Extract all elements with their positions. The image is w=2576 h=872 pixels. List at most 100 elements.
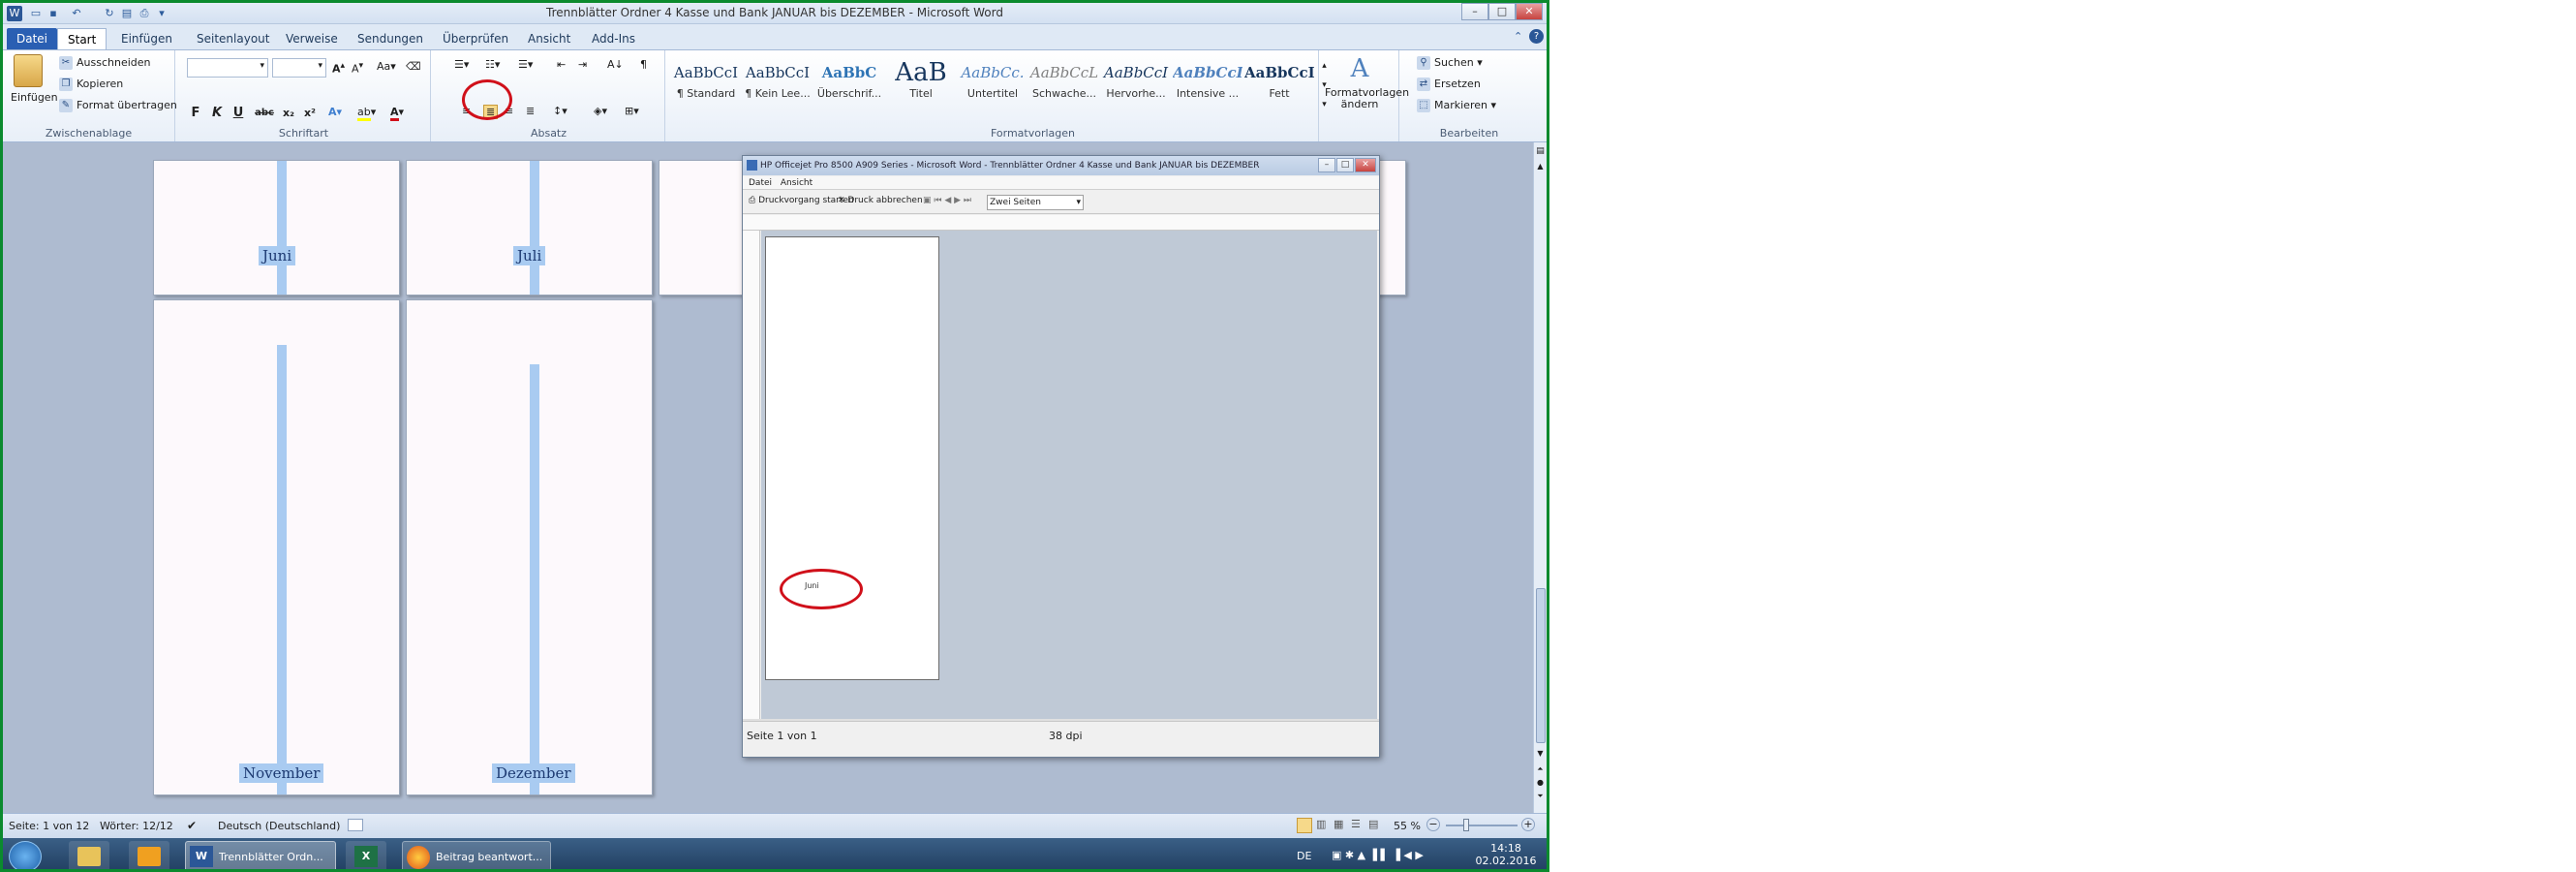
tab-view[interactable]: Ansicht <box>518 28 580 49</box>
numbering-icon[interactable]: ☷▾ <box>485 58 500 71</box>
page-count[interactable]: Seite: 1 von 12 <box>9 820 89 832</box>
bold-button[interactable]: F <box>187 105 204 122</box>
style-intense-emphasis[interactable]: AaBbCcI Intensive ... <box>1173 58 1242 118</box>
taskbar-excel[interactable]: X <box>346 841 386 869</box>
browse-object-icon[interactable]: ● <box>1535 778 1546 788</box>
tray-icons[interactable]: ▣ ✱ ▲ ▐ ▌ ▐ ◀ ▶ <box>1332 849 1424 861</box>
italic-button[interactable]: K <box>208 105 226 122</box>
find-button[interactable]: ⚲ Suchen ▾ <box>1417 56 1483 70</box>
preview-close-button[interactable]: ✕ <box>1355 158 1376 172</box>
cut-button[interactable]: ✂ Ausschneiden <box>59 56 151 70</box>
minimize-button[interactable]: – <box>1461 3 1488 20</box>
word-count[interactable]: Wörter: 12/12 <box>100 820 173 832</box>
print-layout-view-icon[interactable] <box>1297 818 1312 833</box>
strikethrough-button[interactable]: abc <box>253 105 276 122</box>
line-spacing-icon[interactable]: ↕▾ <box>553 105 567 117</box>
proofing-icon[interactable]: ✔ <box>187 819 197 832</box>
paste-button[interactable]: Einfügen <box>11 54 58 116</box>
language-indicator[interactable]: Deutsch (Deutschland) <box>218 820 340 832</box>
page-nav-icons[interactable]: ▣ ⏮ ◀ ▶ ⏭ <box>923 196 971 205</box>
preview-minimize-button[interactable]: – <box>1318 158 1335 172</box>
previous-page-icon[interactable]: ⏶ <box>1535 764 1546 774</box>
increase-indent-icon[interactable]: ⇥ <box>578 58 587 71</box>
taskbar-word[interactable]: W Trennblätter Ordn... <box>185 841 336 869</box>
scroll-thumb[interactable] <box>1536 588 1546 743</box>
tab-addins[interactable]: Add-Ins <box>582 28 645 49</box>
close-button[interactable]: ✕ <box>1516 3 1543 20</box>
zoom-level[interactable]: 55 % <box>1394 820 1421 832</box>
style-subtitle[interactable]: AaBbCc. Untertitel <box>958 58 1027 118</box>
clear-formatting-icon[interactable]: ⌫ <box>406 60 421 73</box>
grow-font-icon[interactable]: A▴ <box>332 60 345 76</box>
justify-icon[interactable]: ≣ <box>526 105 535 117</box>
zoom-in-icon[interactable]: + <box>1521 818 1535 831</box>
bullets-icon[interactable]: ☰▾ <box>454 58 469 71</box>
page-november[interactable]: November <box>153 299 400 795</box>
taskbar-firefox[interactable]: Beitrag beantwort... <box>402 841 551 869</box>
style-title[interactable]: AaB Titel <box>886 58 956 118</box>
tab-mailings[interactable]: Sendungen <box>348 28 433 49</box>
tab-file[interactable]: Datei <box>7 28 58 49</box>
change-styles-button[interactable]: A Formatvorlagen ändern <box>1325 54 1409 120</box>
preview-menu-view[interactable]: Ansicht <box>775 178 813 188</box>
copy-button[interactable]: ❐ Kopieren <box>59 78 123 91</box>
tab-review[interactable]: Überprüfen <box>433 28 518 49</box>
change-case-icon[interactable]: Aa▾ <box>377 60 396 73</box>
scroll-down-icon[interactable]: ▼ <box>1535 749 1546 759</box>
text-effects-icon[interactable]: A▾ <box>328 106 342 118</box>
minimize-ribbon-icon[interactable]: ⌃ <box>1514 30 1527 44</box>
replace-button[interactable]: ⇄ Ersetzen <box>1417 78 1481 91</box>
sort-icon[interactable]: A↓ <box>607 58 624 71</box>
format-painter-button[interactable]: ✎ Format übertragen <box>59 99 177 112</box>
taskbar-outlook[interactable] <box>129 841 169 869</box>
multilevel-list-icon[interactable]: ☰▾ <box>518 58 533 71</box>
tab-page-layout[interactable]: Seitenlayout <box>187 28 279 49</box>
clock[interactable]: 14:18 02.02.2016 <box>1475 842 1537 867</box>
draft-view-icon[interactable]: ▤ <box>1368 818 1382 833</box>
zoom-slider-thumb[interactable] <box>1463 819 1469 831</box>
tab-references[interactable]: Verweise <box>276 28 348 49</box>
shrink-font-icon[interactable]: A▾ <box>352 60 363 76</box>
shading-icon[interactable]: ◈▾ <box>594 105 607 117</box>
windows-start-icon[interactable] <box>9 841 42 869</box>
show-marks-icon[interactable]: ¶ <box>640 58 647 71</box>
page-july[interactable]: Juli <box>406 160 653 296</box>
highlight-icon[interactable]: ab▾ <box>357 106 376 121</box>
scroll-up-icon[interactable]: ▲ <box>1535 162 1546 171</box>
page-june[interactable]: Juni <box>153 160 400 296</box>
vertical-scrollbar[interactable]: ▤ ▲ ▼ ⏶ ● ⏷ <box>1533 142 1547 813</box>
next-page-icon[interactable]: ⏷ <box>1535 792 1546 801</box>
tab-start[interactable]: Start <box>57 28 107 49</box>
outline-view-icon[interactable]: ☰ <box>1351 818 1365 833</box>
full-screen-view-icon[interactable]: ▥ <box>1316 818 1330 833</box>
subscript-button[interactable]: x₂ <box>280 105 297 122</box>
style-subtle-emphasis[interactable]: AaBbCcL Schwache... <box>1029 58 1099 118</box>
style-strong[interactable]: AaBbCcI Fett <box>1244 58 1314 118</box>
borders-icon[interactable]: ⊞▾ <box>625 105 639 117</box>
cancel-print-button[interactable]: ✕ Druck abbrechen <box>838 196 923 205</box>
page-december[interactable]: Dezember <box>406 299 653 795</box>
web-layout-view-icon[interactable]: ▦ <box>1334 818 1347 833</box>
preview-menu-file[interactable]: Datei <box>743 178 772 188</box>
style-standard[interactable]: AaBbCcI ¶ Standard <box>671 58 741 118</box>
tab-insert[interactable]: Einfügen <box>111 28 182 49</box>
select-button[interactable]: ⬚ Markieren ▾ <box>1417 99 1496 112</box>
zoom-out-icon[interactable]: − <box>1426 818 1440 831</box>
style-no-spacing[interactable]: AaBbCcI ¶ Kein Lee... <box>743 58 813 118</box>
taskbar-explorer[interactable] <box>69 841 109 869</box>
macro-recording-icon[interactable] <box>348 819 363 831</box>
print-preview-window[interactable]: HP Officejet Pro 8500 A909 Series - Micr… <box>742 155 1380 758</box>
style-emphasis[interactable]: AaBbCcI Hervorhe... <box>1101 58 1171 118</box>
zoom-slider[interactable] <box>1446 825 1518 826</box>
underline-button[interactable]: U <box>230 105 247 122</box>
superscript-button[interactable]: x² <box>301 105 319 122</box>
view-select[interactable]: Zwei Seiten ▾ <box>987 195 1084 210</box>
language-tray[interactable]: DE <box>1297 850 1311 862</box>
preview-maximize-button[interactable]: □ <box>1336 158 1354 172</box>
maximize-button[interactable]: □ <box>1488 3 1516 20</box>
style-heading[interactable]: AaBbC Überschrif... <box>814 58 884 118</box>
help-icon[interactable]: ? <box>1529 29 1544 44</box>
font-color-icon[interactable]: A▾ <box>390 106 404 121</box>
decrease-indent-icon[interactable]: ⇤ <box>557 58 566 71</box>
font-size-select[interactable]: ▾ <box>272 58 326 78</box>
